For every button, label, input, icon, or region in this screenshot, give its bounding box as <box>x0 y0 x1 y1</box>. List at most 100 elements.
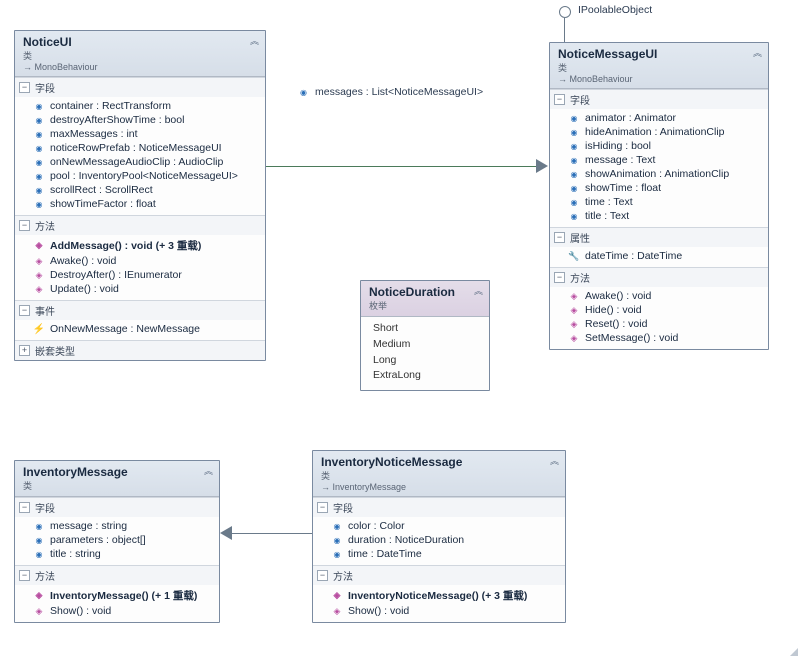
class-header[interactable]: InventoryMessage 类 ︽ <box>15 461 219 497</box>
member-item[interactable]: isHiding : bool <box>550 139 768 153</box>
member-item[interactable]: Hide() : void <box>550 303 768 317</box>
class-header[interactable]: InventoryNoticeMessage 类 InventoryMessag… <box>313 451 565 497</box>
class-header[interactable]: NoticeMessageUI 类 MonoBehaviour ︽ <box>550 43 768 89</box>
member-item[interactable]: noticeRowPrefab : NoticeMessageUI <box>15 141 265 155</box>
member-item[interactable]: Awake() : void <box>15 254 265 268</box>
section-fields[interactable]: −字段 <box>15 498 219 517</box>
toggle-icon[interactable]: − <box>19 305 30 316</box>
member-item[interactable]: Awake() : void <box>550 289 768 303</box>
member-item[interactable]: InventoryMessage() (+ 1 重载) <box>15 587 219 604</box>
member-item[interactable]: showAnimation : AnimationClip <box>550 167 768 181</box>
member-item[interactable]: time : DateTime <box>313 547 565 561</box>
member-item[interactable]: pool : InventoryPool<NoticeMessageUI> <box>15 169 265 183</box>
member-item[interactable]: Update() : void <box>15 282 265 296</box>
member-item[interactable]: container : RectTransform <box>15 99 265 113</box>
member-item[interactable]: showTimeFactor : float <box>15 197 265 211</box>
field-icon <box>33 198 45 210</box>
member-item[interactable]: Show() : void <box>15 604 219 618</box>
toggle-icon[interactable]: − <box>554 232 565 243</box>
toggle-icon[interactable]: − <box>19 82 30 93</box>
field-icon <box>331 534 343 546</box>
member-item[interactable]: maxMessages : int <box>15 127 265 141</box>
assoc-line <box>266 166 538 167</box>
collapse-icon[interactable]: ︽ <box>474 284 483 297</box>
method-icon <box>331 590 343 602</box>
class-header[interactable]: NoticeDuration 枚举 ︽ <box>361 281 489 317</box>
section-methods[interactable]: −方法 <box>313 566 565 585</box>
section-methods[interactable]: −方法 <box>15 216 265 235</box>
member-item[interactable]: title : Text <box>550 209 768 223</box>
member-item[interactable]: showTime : float <box>550 181 768 195</box>
member-item[interactable]: color : Color <box>313 519 565 533</box>
toggle-icon[interactable]: − <box>19 502 30 513</box>
field-icon <box>331 548 343 560</box>
toggle-icon[interactable]: − <box>554 94 565 105</box>
enum-value: ExtraLong <box>373 368 481 384</box>
enum-values: ShortMediumLongExtraLong <box>361 317 489 390</box>
member-item[interactable]: destroyAfterShowTime : bool <box>15 113 265 127</box>
class-header[interactable]: NoticeUI 类 MonoBehaviour ︽ <box>15 31 265 77</box>
class-inventorymessage[interactable]: InventoryMessage 类 ︽ −字段 message : strin… <box>14 460 220 623</box>
section-props[interactable]: −属性 <box>550 228 768 247</box>
section-fields[interactable]: −字段 <box>313 498 565 517</box>
member-item[interactable]: time : Text <box>550 195 768 209</box>
member-item[interactable]: title : string <box>15 547 219 561</box>
member-item[interactable]: message : Text <box>550 153 768 167</box>
field-icon <box>568 112 580 124</box>
member-item[interactable]: DestroyAfter() : IEnumerator <box>15 268 265 282</box>
member-item[interactable]: SetMessage() : void <box>550 331 768 345</box>
class-name: NoticeUI <box>23 35 259 49</box>
collapse-icon[interactable]: ︽ <box>204 464 213 477</box>
member-item[interactable]: OnNewMessage : NewMessage <box>15 322 265 336</box>
class-name: InventoryMessage <box>23 465 213 479</box>
member-item[interactable]: hideAnimation : AnimationClip <box>550 125 768 139</box>
member-item[interactable]: onNewMessageAudioClip : AudioClip <box>15 155 265 169</box>
toggle-icon[interactable]: − <box>554 272 565 283</box>
class-inherit: MonoBehaviour <box>23 62 259 72</box>
field-icon <box>33 100 45 112</box>
toggle-icon[interactable]: − <box>317 570 328 581</box>
toggle-icon[interactable]: − <box>19 570 30 581</box>
fields-list: animator : AnimatorhideAnimation : Anima… <box>550 109 768 227</box>
class-kind: 类 <box>23 49 259 62</box>
inherit-line <box>232 533 312 534</box>
section-nested[interactable]: +嵌套类型 <box>15 341 265 360</box>
member-item[interactable]: message : string <box>15 519 219 533</box>
field-icon <box>331 520 343 532</box>
section-methods[interactable]: −方法 <box>15 566 219 585</box>
class-kind: 类 <box>321 469 559 482</box>
enum-value: Medium <box>373 337 481 353</box>
member-item[interactable]: AddMessage() : void (+ 3 重载) <box>15 237 265 254</box>
collapse-icon[interactable]: ︽ <box>250 34 259 47</box>
member-item[interactable]: InventoryNoticeMessage() (+ 3 重载) <box>313 587 565 604</box>
member-item[interactable]: animator : Animator <box>550 111 768 125</box>
member-item[interactable]: Show() : void <box>313 604 565 618</box>
method-icon <box>568 304 580 316</box>
props-list: dateTime : DateTime <box>550 247 768 267</box>
field-icon <box>33 548 45 560</box>
toggle-icon[interactable]: + <box>19 345 30 356</box>
section-fields[interactable]: −字段 <box>550 90 768 109</box>
section-fields[interactable]: −字段 <box>15 78 265 97</box>
toggle-icon[interactable]: − <box>19 220 30 231</box>
member-item[interactable]: Reset() : void <box>550 317 768 331</box>
field-icon <box>568 196 580 208</box>
class-kind: 类 <box>558 61 762 74</box>
collapse-icon[interactable]: ︽ <box>550 454 559 467</box>
member-item[interactable]: scrollRect : ScrollRect <box>15 183 265 197</box>
class-noticeui[interactable]: NoticeUI 类 MonoBehaviour ︽ −字段 container… <box>14 30 266 361</box>
toggle-icon[interactable]: − <box>317 502 328 513</box>
class-inventorynoticemessage[interactable]: InventoryNoticeMessage 类 InventoryMessag… <box>312 450 566 623</box>
collapse-icon[interactable]: ︽ <box>753 46 762 59</box>
methods-list: Awake() : voidHide() : voidReset() : voi… <box>550 287 768 349</box>
enum-noticeduration[interactable]: NoticeDuration 枚举 ︽ ShortMediumLongExtra… <box>360 280 490 391</box>
lollipop-stem <box>564 18 565 42</box>
member-item[interactable]: duration : NoticeDuration <box>313 533 565 547</box>
member-item[interactable]: parameters : object[] <box>15 533 219 547</box>
method-icon <box>33 240 45 252</box>
member-item[interactable]: dateTime : DateTime <box>550 249 768 263</box>
class-noticemessageui[interactable]: NoticeMessageUI 类 MonoBehaviour ︽ −字段 an… <box>549 42 769 350</box>
section-events[interactable]: −事件 <box>15 301 265 320</box>
section-methods[interactable]: −方法 <box>550 268 768 287</box>
method-icon <box>331 605 343 617</box>
